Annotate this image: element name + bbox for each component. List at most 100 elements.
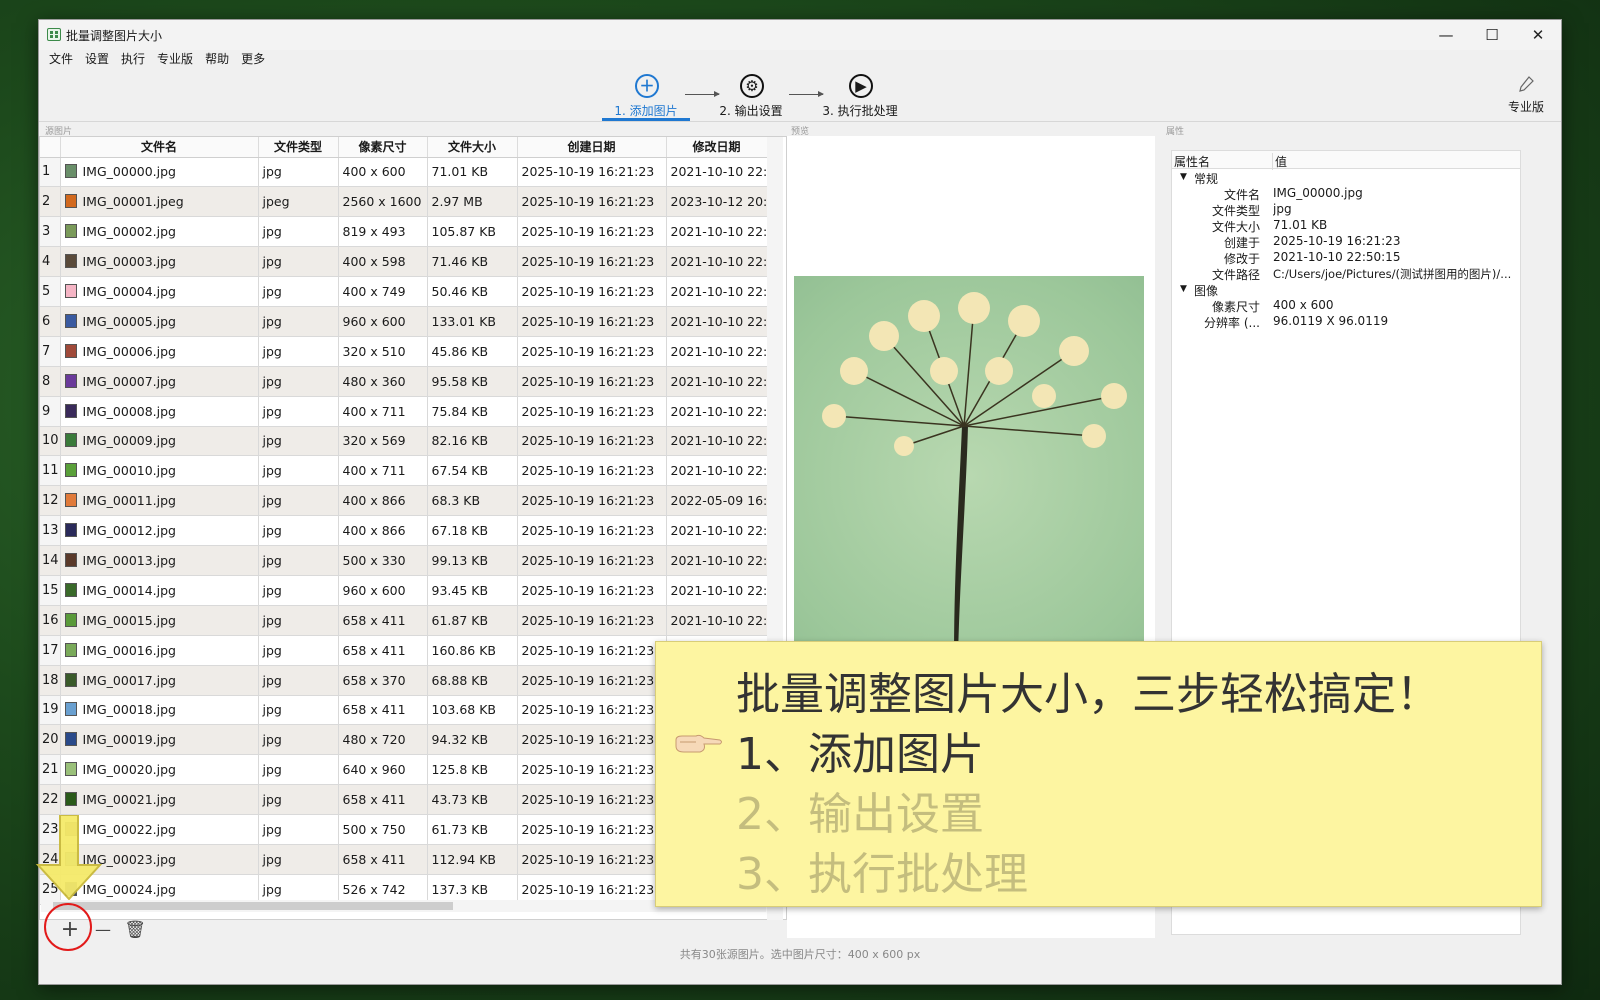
menu-bar: 文件 设置 执行 专业版 帮助 更多 xyxy=(39,50,1561,72)
dims-cell: 480 x 360 xyxy=(338,366,428,397)
row-number: 9 xyxy=(40,396,61,427)
prop-value: 96.0119 X 96.0119 xyxy=(1273,314,1389,328)
row-number: 14 xyxy=(40,545,61,576)
table-row[interactable]: 10 IMG_00009.jpg jpg 320 x 569 82.16 KB 2025-… xyxy=(40,426,768,457)
row-number: 13 xyxy=(40,515,61,547)
table-row[interactable]: 12 IMG_00011.jpg jpg 400 x 866 68.3 KB 2025-1… xyxy=(40,485,768,517)
row-number: 16 xyxy=(40,605,61,636)
table-row[interactable]: 1 IMG_00000.jpg jpg 400 x 600 71.01 KB 2025-1… xyxy=(40,157,768,188)
remove-button[interactable]: — xyxy=(88,915,118,945)
expand-triangle-icon[interactable]: ▼ xyxy=(1180,284,1187,294)
table-row[interactable]: 16 IMG_00015.jpg jpg 658 x 411 61.87 KB 2025-… xyxy=(40,605,768,636)
created-cell: 2025-10-19 16:21:23 xyxy=(517,784,667,816)
pro-button[interactable]: 专业版 xyxy=(1501,76,1551,115)
size-cell: 45.86 KB xyxy=(427,336,518,367)
menu-more[interactable]: 更多 xyxy=(235,51,271,72)
gear-icon: ⚙ xyxy=(740,74,764,98)
menu-settings[interactable]: 设置 xyxy=(79,51,115,72)
table-row[interactable]: 3 IMG_00002.jpg jpg 819 x 493 105.87 KB 2025-… xyxy=(40,216,768,248)
column-header[interactable]: 文件类型 xyxy=(258,137,339,158)
modified-cell: 2021-10-10 22:50 xyxy=(666,426,768,457)
column-header[interactable]: 像素尺寸 xyxy=(338,137,428,158)
type-cell: jpg xyxy=(258,396,339,427)
created-cell: 2025-10-19 16:21:23 xyxy=(517,366,667,397)
filename-cell: IMG_00014.jpg xyxy=(60,575,259,606)
menu-run[interactable]: 执行 xyxy=(115,51,151,72)
type-cell: jpg xyxy=(258,724,339,756)
table-row[interactable]: 8 IMG_00007.jpg jpg 480 x 360 95.58 KB 2025-1… xyxy=(40,366,768,397)
type-cell: jpg xyxy=(258,246,339,278)
table-row[interactable]: 11 IMG_00010.jpg jpg 400 x 711 67.54 KB 2025-… xyxy=(40,455,768,487)
minimize-button[interactable]: — xyxy=(1423,20,1469,50)
table-row[interactable]: 13 IMG_00012.jpg jpg 400 x 866 67.18 KB 2025-… xyxy=(40,515,768,547)
prop-key: 分辨率 (... xyxy=(1204,316,1260,330)
thumbnail-icon xyxy=(64,672,77,687)
table-row[interactable]: 7 IMG_00006.jpg jpg 320 x 510 45.86 KB 2025-1… xyxy=(40,336,768,367)
step-add-images[interactable]: ＋ 1. 添加图片 xyxy=(596,72,696,121)
row-number: 6 xyxy=(40,306,61,337)
type-cell: jpg xyxy=(258,695,339,726)
row-number: 19 xyxy=(40,695,61,726)
table-row[interactable]: 14 IMG_00013.jpg jpg 500 x 330 99.13 KB 2025-… xyxy=(40,545,768,576)
filename-cell: IMG_00005.jpg xyxy=(60,306,259,337)
type-cell: jpg xyxy=(258,545,339,576)
row-number: 21 xyxy=(40,754,61,786)
column-header[interactable]: 文件大小 xyxy=(427,137,518,158)
prop-key: 文件类型 xyxy=(1211,204,1260,218)
filename-cell: IMG_00002.jpg xyxy=(60,216,259,248)
group-general[interactable]: 常规 xyxy=(1194,170,1218,187)
table-row[interactable]: 9 IMG_00008.jpg jpg 400 x 711 75.84 KB 2025-1… xyxy=(40,396,768,427)
expand-triangle-icon[interactable]: ▼ xyxy=(1180,172,1187,182)
modified-cell: 2021-10-10 22:50 xyxy=(666,455,768,487)
type-cell: jpg xyxy=(258,635,339,666)
thumbnail-icon xyxy=(64,702,77,717)
delete-all-button[interactable]: 🗑 xyxy=(120,915,150,945)
column-header[interactable]: 文件名 xyxy=(60,137,259,158)
filename-cell: IMG_00007.jpg xyxy=(60,366,259,397)
step-label: 2. 输出设置 xyxy=(719,104,783,118)
thumbnail-icon xyxy=(64,463,77,478)
table-row[interactable]: 2 IMG_00001.jpeg jpeg 2560 x 1600 2.97 MB 202… xyxy=(40,186,768,218)
window-title: 批量调整图片大小 xyxy=(66,29,163,43)
size-cell: 82.16 KB xyxy=(427,426,518,457)
filename-text: IMG_00003.jpg xyxy=(82,254,177,270)
menu-file[interactable]: 文件 xyxy=(43,51,79,72)
row-number: 1 xyxy=(40,157,61,188)
filename-text: IMG_00007.jpg xyxy=(82,373,177,389)
modified-cell: 2021-10-10 22:50 xyxy=(666,366,768,397)
type-cell: jpg xyxy=(258,515,339,547)
table-row[interactable]: 4 IMG_00003.jpg jpg 400 x 598 71.46 KB 2025-1… xyxy=(40,246,768,278)
type-cell: jpg xyxy=(258,665,339,696)
row-number: 2 xyxy=(40,186,61,218)
size-cell: 105.87 KB xyxy=(427,216,518,248)
menu-pro[interactable]: 专业版 xyxy=(151,51,199,72)
close-button[interactable]: ✕ xyxy=(1515,20,1561,50)
filename-cell: IMG_00008.jpg xyxy=(60,396,259,427)
maximize-button[interactable]: ☐ xyxy=(1469,20,1515,50)
filename-text: IMG_00002.jpg xyxy=(82,224,177,240)
table-row[interactable]: 6 IMG_00005.jpg jpg 960 x 600 133.01 KB 2025-… xyxy=(40,306,768,337)
menu-help[interactable]: 帮助 xyxy=(199,51,235,72)
filename-cell: IMG_00015.jpg xyxy=(60,605,259,636)
thumbnail-icon xyxy=(64,254,77,269)
row-number: 5 xyxy=(40,276,61,307)
column-header[interactable]: 修改日期 xyxy=(666,137,768,158)
filename-cell: IMG_00003.jpg xyxy=(60,246,259,278)
dims-cell: 658 x 370 xyxy=(338,665,428,696)
title-bar: 批量调整图片大小 — ☐ ✕ xyxy=(39,20,1561,50)
filename-text: IMG_00016.jpg xyxy=(82,642,177,658)
scrollbar-thumb[interactable] xyxy=(53,902,453,910)
type-cell: jpg xyxy=(258,814,339,845)
filename-text: IMG_00017.jpg xyxy=(82,672,177,688)
dims-cell: 658 x 411 xyxy=(338,695,428,726)
wizard-toolbar: ＋ 1. 添加图片 ⚙ 2. 输出设置 ▶ 3. 执行批处理 专业版 xyxy=(39,72,1561,122)
column-header[interactable]: 创建日期 xyxy=(517,137,667,158)
group-image[interactable]: 图像 xyxy=(1194,282,1218,299)
type-cell: jpg xyxy=(258,426,339,457)
modified-cell: 2022-05-09 16:2 xyxy=(666,485,768,517)
step-run-batch[interactable]: ▶ 3. 执行批处理 xyxy=(810,72,910,120)
size-cell: 75.84 KB xyxy=(427,396,518,427)
step-output-settings[interactable]: ⚙ 2. 输出设置 xyxy=(701,72,801,120)
table-row[interactable]: 5 IMG_00004.jpg jpg 400 x 749 50.46 KB 2025-1… xyxy=(40,276,768,307)
table-row[interactable]: 15 IMG_00014.jpg jpg 960 x 600 93.45 KB 2025-… xyxy=(40,575,768,606)
